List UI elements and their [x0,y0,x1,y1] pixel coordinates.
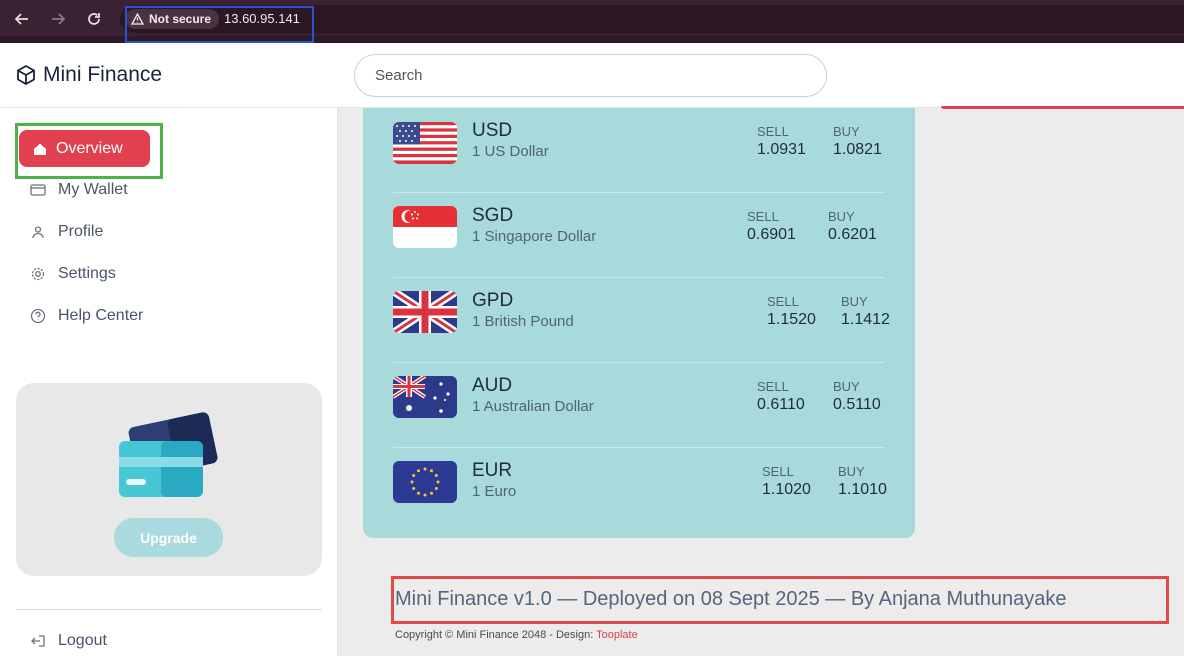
upgrade-button[interactable]: Upgrade [114,518,223,557]
sidebar-item-label: Help Center [58,307,144,324]
sell-value: 1.0931 [757,141,806,158]
sidebar-item-help-center[interactable]: Help Center [30,307,143,325]
user-icon [32,226,44,239]
sidebar-item-settings[interactable]: Settings [30,265,116,283]
currency-name: 1 British Pound [472,313,574,330]
logout-label: Logout [58,632,107,649]
currency-code: USD [472,120,513,141]
currency-code: GPD [472,290,514,311]
au-flag-icon [393,376,457,418]
reload-icon[interactable] [84,9,104,29]
exchange-row-sgd: SGD 1 Singapore Dollar SELL 0.6901 BUY 0… [393,193,885,278]
currency-name: 1 Australian Dollar [472,398,594,415]
buy-label: BUY [828,209,855,224]
sidebar-divider [16,609,322,610]
buy-value: 1.1412 [841,311,890,328]
buy-value: 0.6201 [828,226,877,243]
eu-flag-icon [393,461,457,503]
currency-code: SGD [472,205,514,226]
sell-value: 0.6901 [747,226,796,243]
search-input[interactable] [354,54,827,97]
sidebar-item-label: My Wallet [58,181,128,198]
uk-flag-icon [393,291,457,333]
currency-name: 1 Euro [472,483,517,500]
gear-icon [31,267,45,281]
buy-value: 1.0821 [833,141,882,158]
box-logo-icon [17,64,35,86]
buy-label: BUY [833,124,860,139]
exchange-row-usd: USD 1 US Dollar SELL 1.0931 BUY 1.0821 [393,108,885,193]
sell-label: SELL [747,209,779,224]
sell-label: SELL [767,294,799,309]
help-icon [30,308,46,324]
sell-label: SELL [757,379,789,394]
copyright-text: Copyright © Mini Finance 2048 - Design: [395,629,597,641]
exchange-rate-panel: USD 1 US Dollar SELL 1.0931 BUY 1.0821 S… [363,108,915,538]
sell-value: 0.6110 [757,396,805,413]
copyright-line: Copyright © Mini Finance 2048 - Design: … [395,629,638,641]
buy-label: BUY [833,379,860,394]
us-flag-icon [393,122,457,164]
sidebar-item-label: Profile [58,223,104,240]
highlight-box-deploy [391,576,1169,624]
logout-button[interactable]: Logout [30,632,107,650]
tooplate-link[interactable]: Tooplate [596,629,638,641]
sg-flag-icon [393,206,457,248]
forward-icon[interactable] [48,9,68,29]
currency-code: AUD [472,375,513,396]
sell-value: 1.1520 [767,311,816,328]
app-logo[interactable]: Mini Finance [15,63,162,87]
app-title: Mini Finance [43,63,163,86]
highlight-box-url [125,6,314,43]
sell-label: SELL [762,464,794,479]
buy-value: 0.5110 [833,396,881,413]
wallet-icon [30,184,46,196]
logout-icon [31,635,45,647]
buy-label: BUY [841,294,868,309]
app-header: Mini Finance [0,43,1184,108]
sidebar: Overview My Wallet Profile Settings Help… [0,108,338,656]
exchange-row-eur: EUR 1 Euro SELL 1.1020 BUY 1.1010 [393,448,887,533]
buy-value: 1.1010 [838,481,887,498]
credit-cards-illustration [119,412,218,497]
buy-label: BUY [838,464,865,479]
exchange-row-gpd: GPD 1 British Pound SELL 1.1520 BUY 1.14… [393,278,890,363]
exchange-row-aud: AUD 1 Australian Dollar SELL 0.6110 BUY … [393,363,885,448]
highlight-box-overview [15,123,163,179]
sidebar-item-my-wallet[interactable]: My Wallet [30,181,128,199]
sidebar-item-label: Settings [58,265,116,282]
sidebar-item-profile[interactable]: Profile [30,223,103,241]
currency-code: EUR [472,460,513,481]
currency-name: 1 US Dollar [472,143,549,160]
header-accent-bar [941,106,1184,109]
sell-value: 1.1020 [762,481,811,498]
currency-name: 1 Singapore Dollar [472,228,597,245]
back-icon[interactable] [12,9,32,29]
upgrade-card: Upgrade [16,383,322,576]
sell-label: SELL [757,124,789,139]
